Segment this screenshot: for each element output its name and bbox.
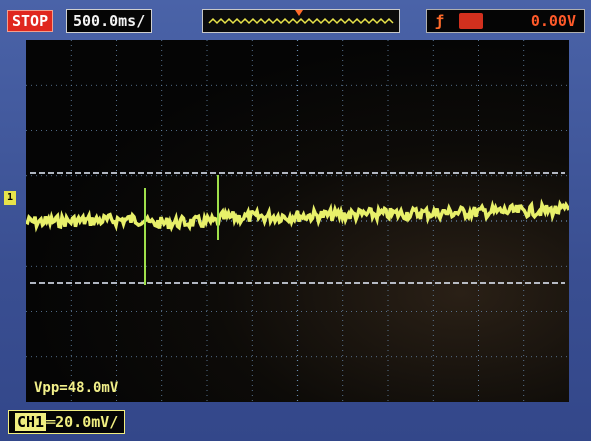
rising-edge-trigger-icon: ƒ [435,12,445,30]
ch1-waveform [26,175,569,285]
memory-trigger-marker [295,10,303,16]
ch1-scale-readout[interactable]: CH1 ═20.0mV/ [8,410,126,434]
ch1-trace-line [26,198,569,233]
trigger-info[interactable]: ƒ 0.00V [426,9,585,33]
ch1-scale: 20.0mV/ [55,413,119,431]
ch1-coupling-icon: ═ [46,413,56,431]
vpp-measurement: Vpp=48.0mV [34,380,119,396]
timebase-readout[interactable]: 500.0ms/ [66,9,153,33]
trigger-level-readout: 0.00V [530,12,576,30]
ch1-ground-marker[interactable]: 1 [4,191,16,205]
top-status-bar: STOP 500.0ms/ ƒ 0.00V [0,6,591,34]
waveform-display[interactable] [26,40,569,402]
ch1-label: CH1 [15,413,47,431]
trigger-coupling-icon [459,13,483,29]
run-stop-status[interactable]: STOP [7,10,54,32]
memory-position-bar[interactable] [202,9,400,33]
memory-waveform-icon [208,10,394,25]
